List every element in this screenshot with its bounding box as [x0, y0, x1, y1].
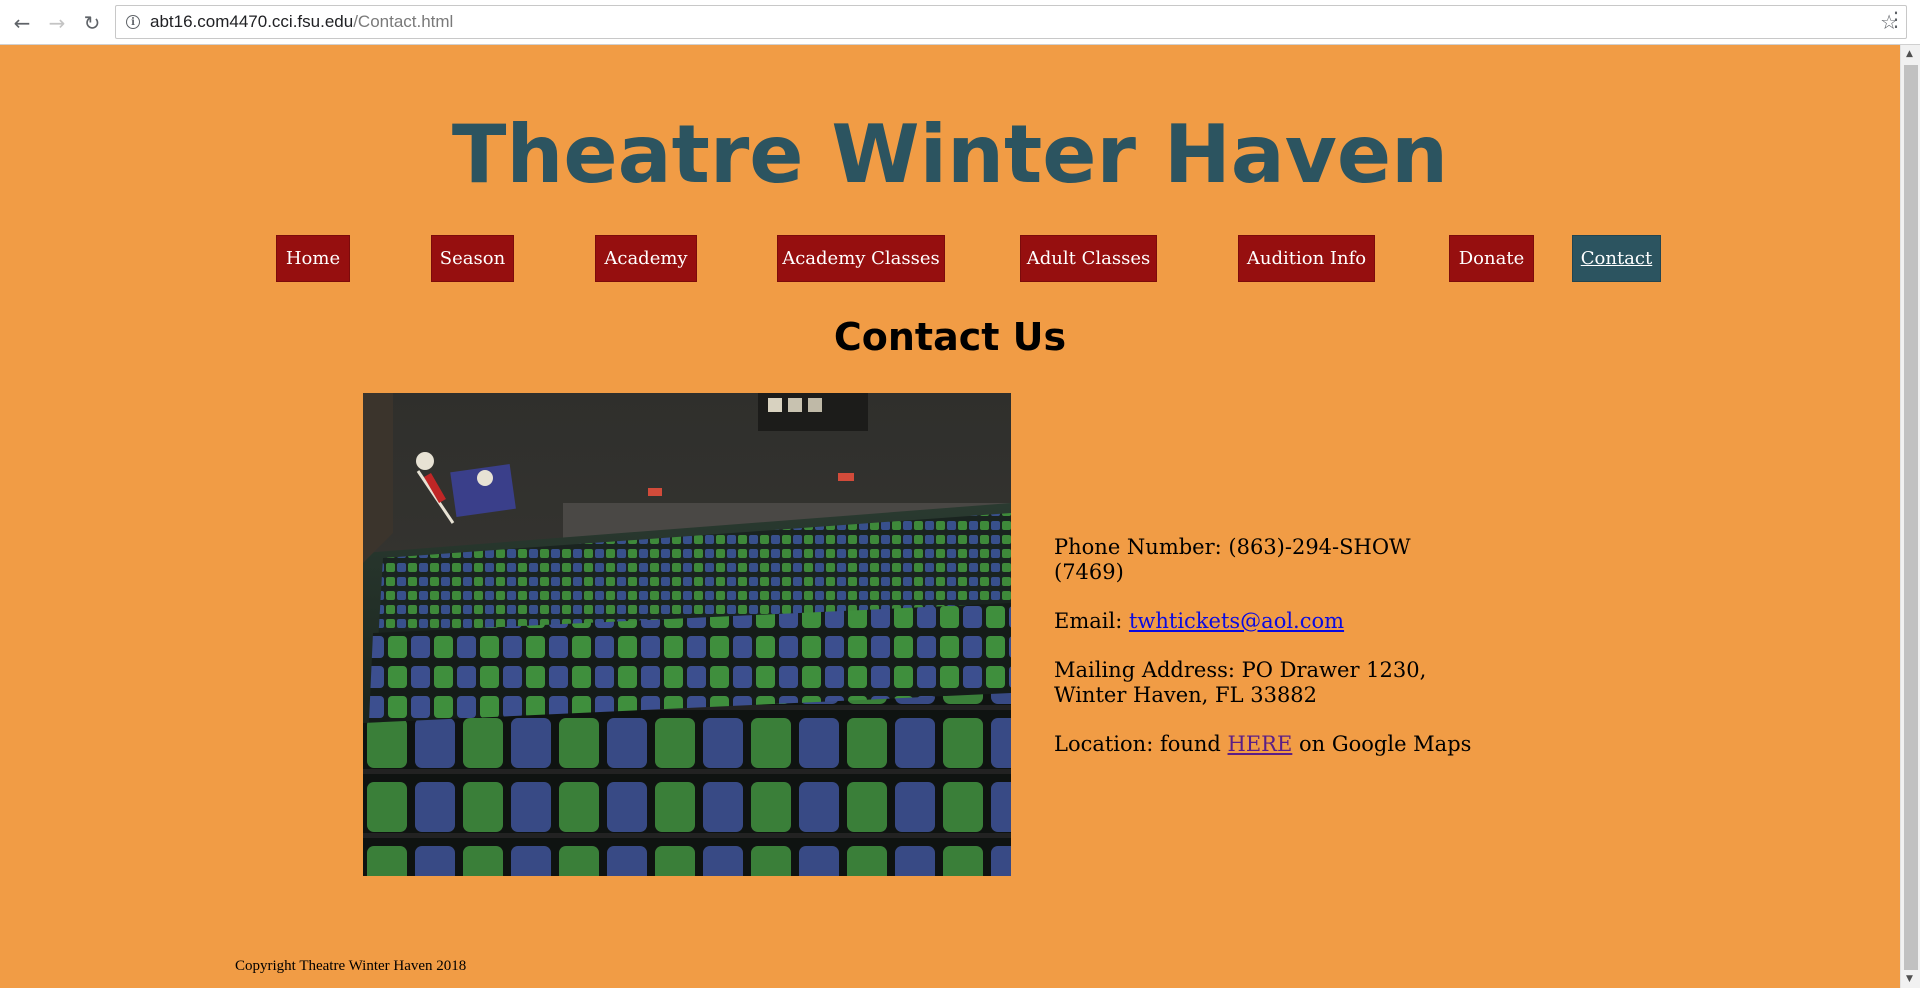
back-arrow-icon[interactable]: ← — [9, 10, 35, 36]
phone-line: Phone Number: (863)-294-SHOW (7469) — [1054, 535, 1411, 584]
copyright-footer: Copyright Theatre Winter Haven 2018 — [235, 958, 467, 974]
page-scrollbar[interactable]: ▲ ▼ — [1900, 45, 1920, 988]
location-label: Location: found — [1054, 732, 1228, 756]
nav-adult-classes[interactable]: Adult Classes — [1020, 235, 1157, 282]
contact-info: Phone Number: (863)-294-SHOW (7469) Emai… — [1054, 535, 1474, 781]
email-link[interactable]: twhtickets@aol.com — [1129, 609, 1344, 633]
nav-season[interactable]: Season — [431, 235, 514, 282]
contact-heading: Contact Us — [833, 315, 1067, 359]
reload-icon[interactable]: ↻ — [79, 10, 105, 36]
nav-contact[interactable]: Contact — [1572, 235, 1661, 282]
site-title: Theatre Winter Haven — [451, 108, 1449, 201]
scroll-up-arrow-icon[interactable]: ▲ — [1906, 49, 1913, 59]
location-line: Location: found HERE on Google Maps — [1054, 732, 1474, 757]
email-label: Email: — [1054, 609, 1129, 633]
theater-seats-photo — [363, 393, 1011, 876]
scroll-down-arrow-icon[interactable]: ▼ — [1906, 974, 1913, 984]
email-line: Email: twhtickets@aol.com — [1054, 609, 1474, 634]
forward-arrow-icon[interactable]: → — [44, 10, 70, 36]
browser-menu-icon[interactable]: ⋮ — [1886, 9, 1906, 29]
page-content: Theatre Winter Haven Home Season Academy… — [0, 45, 1900, 988]
nav-donate[interactable]: Donate — [1449, 235, 1534, 282]
url-text: abt16.com4470.cci.fsu.edu/Contact.html — [150, 12, 453, 32]
url-path: /Contact.html — [353, 12, 454, 31]
google-maps-link[interactable]: HERE — [1228, 732, 1293, 756]
scroll-thumb[interactable] — [1904, 65, 1918, 970]
browser-toolbar: ← → ↻ i abt16.com4470.cci.fsu.edu/Contac… — [0, 0, 1920, 45]
info-icon[interactable]: i — [126, 15, 140, 29]
nav-home[interactable]: Home — [276, 235, 350, 282]
nav-academy-classes[interactable]: Academy Classes — [777, 235, 945, 282]
address-bar[interactable]: i abt16.com4470.cci.fsu.edu/Contact.html… — [115, 5, 1907, 39]
location-suffix: on Google Maps — [1292, 732, 1472, 756]
address-line: Mailing Address: PO Drawer 1230, Winter … — [1054, 658, 1427, 707]
nav-audition-info[interactable]: Audition Info — [1238, 235, 1375, 282]
nav-academy[interactable]: Academy — [595, 235, 697, 282]
url-domain: abt16.com4470.cci.fsu.edu — [150, 12, 354, 31]
main-nav: Home Season Academy Academy Classes Adul… — [0, 235, 1900, 283]
